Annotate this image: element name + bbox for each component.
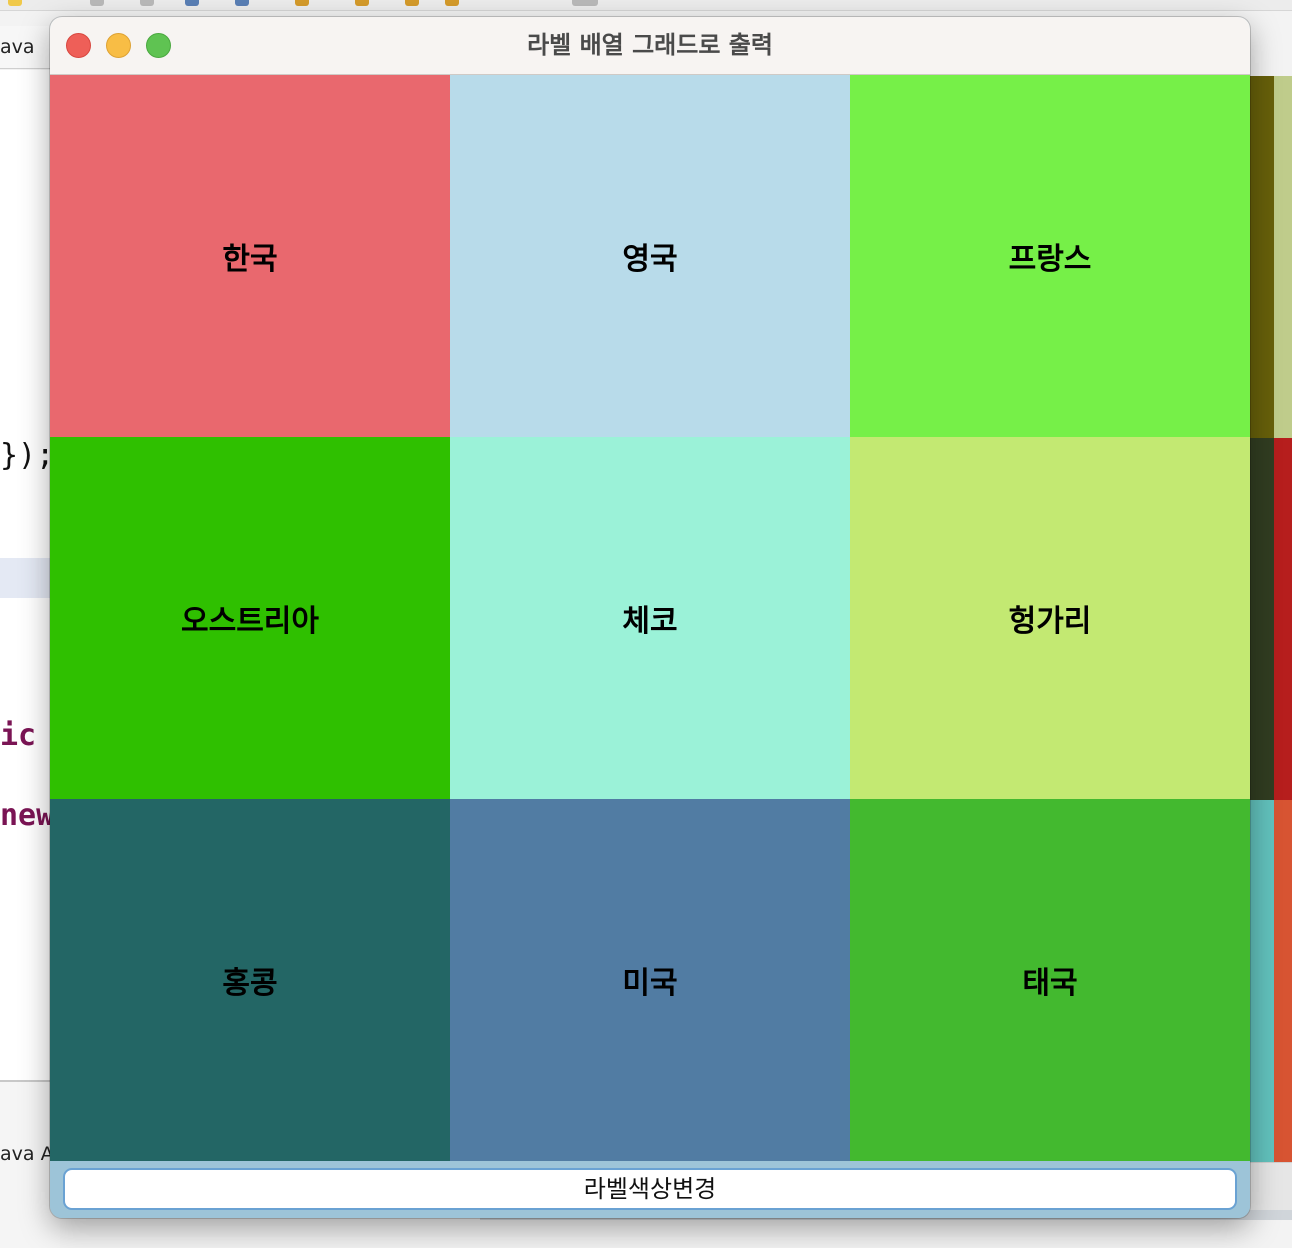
grid-cell-thailand: 태국 [850,799,1250,1161]
grid-cell-label: 헝가리 [1008,604,1092,639]
toolbar-search-icon[interactable] [405,0,419,6]
code-line-brace: }); [0,438,55,473]
ide-bottom-panel-label: ava A [0,1143,54,1165]
back-window-strip [1250,76,1292,1162]
toolbar-run-icon[interactable] [295,0,309,6]
grid-cell-usa: 미국 [450,799,850,1161]
toolbar-folder-icon[interactable] [8,0,22,6]
grid-cell-czech: 체코 [450,437,850,799]
back-window-cell [1274,800,1292,1162]
grid-cell-hungary: 헝가리 [850,437,1250,799]
code-line-keyword-new: new [0,798,55,833]
window-title: 라벨 배열 그래드로 출력 [527,31,773,59]
back-window-cell [1250,438,1274,800]
ide-tab-label: ava [0,36,35,58]
code-line-keyword-ic: ic [0,718,37,753]
back-window-cell [1274,76,1292,438]
change-label-color-button[interactable]: 라벨색상변경 [63,1168,1237,1210]
grid-window: 라벨 배열 그래드로 출력 한국 영국 프랑스 오스트리아 체코 헝가리 홍콩 … [50,17,1250,1218]
ide-toolbar [0,0,1292,11]
grid-cell-label: 오스트리아 [181,604,319,639]
grid-cell-label: 영국 [622,242,678,277]
grid-cell-uk: 영국 [450,75,850,437]
grid-cell-label: 태국 [1022,966,1078,1001]
grid-cell-label: 미국 [622,966,678,1001]
toolbar-debug-icon[interactable] [185,0,199,6]
toolbar-window-icon[interactable] [572,0,598,6]
grid-cell-korea: 한국 [50,75,450,437]
window-titlebar[interactable]: 라벨 배열 그래드로 출력 [50,17,1250,75]
grid-cell-austria: 오스트리아 [50,437,450,799]
grid-cell-label: 프랑스 [1008,242,1092,277]
toolbar-layout-icon[interactable] [235,0,249,6]
grid-cell-label: 한국 [222,242,278,277]
toolbar-print-icon[interactable] [140,0,154,6]
toolbar-back-icon[interactable] [445,0,459,6]
toolbar-disk-icon[interactable] [90,0,104,6]
grid-cell-france: 프랑스 [850,75,1250,437]
grid-cell-label: 홍콩 [222,966,278,1001]
button-panel: 라벨색상변경 [50,1161,1250,1218]
back-window-cell [1274,438,1292,800]
back-window-cell [1250,76,1274,438]
toolbar-tool-icon[interactable] [355,0,369,6]
back-window-cell [1250,800,1274,1162]
label-grid: 한국 영국 프랑스 오스트리아 체코 헝가리 홍콩 미국 태국 [50,75,1250,1161]
grid-cell-label: 체코 [622,604,678,639]
grid-cell-hongkong: 홍콩 [50,799,450,1161]
